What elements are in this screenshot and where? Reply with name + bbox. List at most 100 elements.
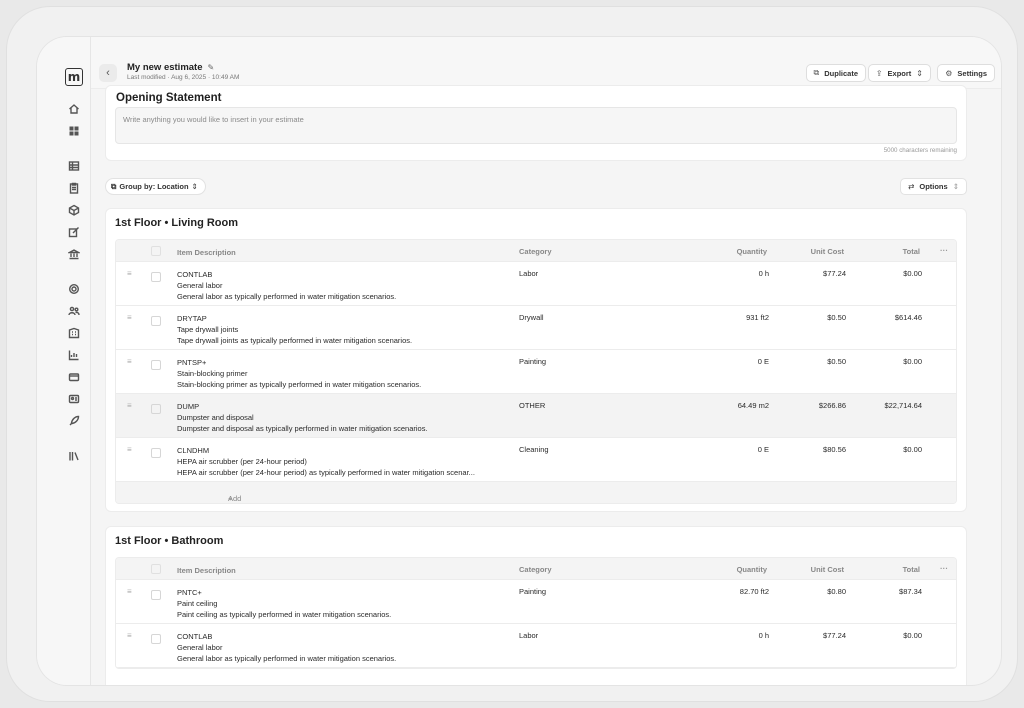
column-header-category: Category xyxy=(519,565,552,574)
team-icon[interactable] xyxy=(66,303,82,319)
column-header-quantity: Quantity xyxy=(736,565,767,574)
select-all-checkbox[interactable] xyxy=(151,564,161,574)
bank-icon[interactable] xyxy=(66,246,82,262)
rocket-icon[interactable] xyxy=(66,413,82,429)
item-category: OTHER xyxy=(519,401,546,410)
item-total: $0.00 xyxy=(903,631,922,640)
section-living-room: 1st Floor • Living Room Item Description… xyxy=(105,208,967,512)
table-row[interactable]: ≡ DUMP Dumpster and disposal Dumpster and … xyxy=(116,394,956,438)
items-table: Item Description Category Quantity Unit … xyxy=(115,557,957,669)
card-icon[interactable] xyxy=(66,369,82,385)
item-category: Drywall xyxy=(519,313,544,322)
id-card-icon[interactable] xyxy=(66,391,82,407)
item-description: CONTLAB General labor General labor as typ… xyxy=(177,632,397,663)
row-checkbox[interactable] xyxy=(151,272,161,282)
clipboard-icon[interactable] xyxy=(66,180,82,196)
table-row[interactable]: ≡ CONTLAB General labor General labor as t… xyxy=(116,624,956,668)
drag-handle-icon[interactable]: ≡ xyxy=(127,357,132,366)
pencil-icon[interactable]: ✎ xyxy=(208,63,215,72)
item-category: Cleaning xyxy=(519,445,549,454)
table-row[interactable]: ≡ PNTC+ Paint ceiling Paint ceiling as typ… xyxy=(116,580,956,624)
item-quantity: 0 h xyxy=(758,631,769,640)
column-header-description: Item Description xyxy=(177,566,236,575)
item-quantity: 0 E xyxy=(757,357,769,366)
group-by-select[interactable]: ⧉ Group by: Location ⇕ xyxy=(105,178,206,195)
export-button[interactable]: ⇪ Export ⇕ xyxy=(867,64,931,82)
items-table: Item Description Category Quantity Unit … xyxy=(115,239,957,504)
drag-handle-icon[interactable]: ≡ xyxy=(127,269,132,278)
brand-logo[interactable]: m xyxy=(65,68,83,86)
item-quantity: 0 E xyxy=(757,445,769,454)
item-quantity: 0 h xyxy=(758,269,769,278)
drag-handle-icon[interactable]: ≡ xyxy=(127,631,132,640)
edit-icon[interactable] xyxy=(66,224,82,240)
item-category: Painting xyxy=(519,357,547,366)
item-unit-cost: $0.50 xyxy=(827,313,846,322)
drag-handle-icon[interactable]: ≡ xyxy=(127,587,132,596)
item-description: PNTSP+ Stain-blocking primer Stain-blockin… xyxy=(177,358,422,389)
section-bathroom: 1st Floor • Bathroom Item Description Ca… xyxy=(105,526,967,685)
table-icon[interactable] xyxy=(66,158,82,174)
item-description: CONTLAB General labor General labor as typ… xyxy=(177,270,397,301)
table-row[interactable]: ≡ CONTLAB General labor General labor as t… xyxy=(116,262,956,306)
opening-statement-input[interactable]: Write anything you would like to insert … xyxy=(115,107,957,144)
content: Opening Statement Write anything you wou… xyxy=(105,85,967,685)
row-checkbox[interactable] xyxy=(151,360,161,370)
select-all-checkbox[interactable] xyxy=(151,246,161,256)
table-row[interactable]: ≡ PNTSP+ Stain-blocking primer Stain-block… xyxy=(116,350,956,394)
item-total: $22,714.64 xyxy=(884,401,922,410)
chevron-updown-icon: ⇕ xyxy=(916,68,923,78)
item-description: CLNDHM HEPA air scrubber (per 24-hour per… xyxy=(177,446,475,477)
drag-handle-icon[interactable]: ≡ xyxy=(127,401,132,410)
row-checkbox[interactable] xyxy=(151,634,161,644)
opening-statement-card: Opening Statement Write anything you wou… xyxy=(105,85,967,161)
row-checkbox[interactable] xyxy=(151,316,161,326)
table-row[interactable]: ≡ DRYTAP Tape drywall joints Tape drywall … xyxy=(116,306,956,350)
library-icon[interactable] xyxy=(66,448,82,464)
table-header: Item Description Category Quantity Unit … xyxy=(116,558,956,580)
item-total: $614.46 xyxy=(894,313,922,322)
sidebar: m xyxy=(37,37,91,685)
box-icon[interactable] xyxy=(66,202,82,218)
column-header-total: Total xyxy=(902,247,920,256)
drag-handle-icon[interactable]: ≡ xyxy=(127,313,132,322)
copy-icon: ⧉ xyxy=(813,68,820,77)
item-total: $0.00 xyxy=(903,357,922,366)
add-item-button[interactable]: + Add xyxy=(116,482,956,503)
options-button[interactable]: ⇄ Options ⇕ xyxy=(900,178,967,195)
column-header-total: Total xyxy=(902,565,920,574)
duplicate-button[interactable]: ⧉ Duplicate xyxy=(805,64,866,82)
table-row[interactable]: ≡ CLNDHM HEPA air scrubber (per 24-hour p… xyxy=(116,438,956,482)
chart-icon[interactable] xyxy=(66,347,82,363)
chevron-updown-icon: ⇕ xyxy=(952,182,959,191)
row-checkbox[interactable] xyxy=(151,448,161,458)
section-title: 1st Floor • Living Room xyxy=(115,217,239,229)
item-category: Painting xyxy=(519,587,547,596)
column-header-unit-cost: Unit Cost xyxy=(810,565,844,574)
column-header-unit-cost: Unit Cost xyxy=(810,247,844,256)
drag-handle-icon[interactable]: ≡ xyxy=(127,445,132,454)
item-quantity: 64.49 m2 xyxy=(737,401,769,410)
app-screen: m ‹ My new estimate ✎ Last modified · Aug… xyxy=(37,37,1001,685)
item-quantity: 82.70 ft2 xyxy=(739,587,769,596)
column-header-description: Item Description xyxy=(177,248,236,257)
settings-button[interactable]: ⚙ Settings xyxy=(937,64,995,82)
item-total: $87.34 xyxy=(899,587,922,596)
last-modified: Last modified · Aug 6, 2025 · 10:49 AM xyxy=(127,74,240,81)
more-icon[interactable]: ··· xyxy=(940,564,948,573)
dashboard-icon[interactable] xyxy=(66,123,82,139)
item-description: DRYTAP Tape drywall joints Tape drywall jo… xyxy=(177,314,413,345)
gear-icon[interactable] xyxy=(66,281,82,297)
item-category: Labor xyxy=(519,631,539,640)
item-total: $0.00 xyxy=(903,269,922,278)
item-unit-cost: $77.24 xyxy=(823,269,846,278)
row-checkbox[interactable] xyxy=(151,404,161,414)
more-icon[interactable]: ··· xyxy=(940,246,948,255)
home-icon[interactable] xyxy=(66,101,82,117)
building-icon[interactable] xyxy=(66,325,82,341)
top-bar: ‹ My new estimate ✎ Last modified · Aug 6… xyxy=(91,37,1001,89)
back-button[interactable]: ‹ xyxy=(99,64,117,82)
item-unit-cost: $266.86 xyxy=(818,401,846,410)
estimate-title[interactable]: My new estimate ✎ xyxy=(127,62,214,73)
row-checkbox[interactable] xyxy=(151,590,161,600)
